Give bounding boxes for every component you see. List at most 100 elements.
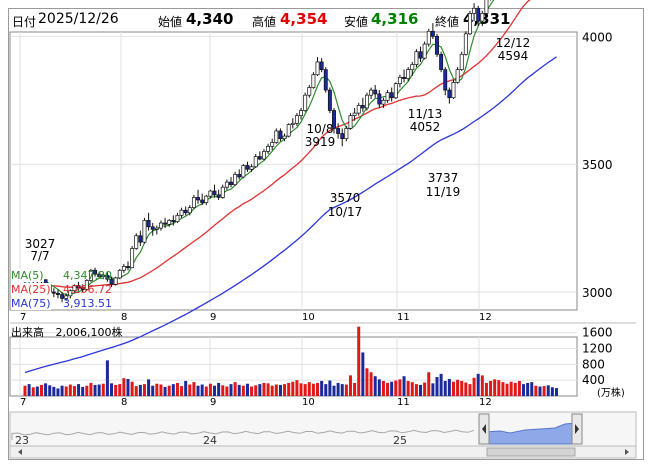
candle-body — [373, 89, 378, 95]
candle-body — [249, 166, 254, 170]
volume-bar — [287, 382, 291, 396]
candle-body — [299, 110, 303, 116]
volume-bar — [237, 384, 241, 396]
candle-body — [253, 156, 258, 168]
volume-bar — [522, 384, 526, 396]
volume-bar — [93, 384, 97, 396]
annotation-value: 4594 — [498, 49, 529, 63]
volume-bar — [328, 380, 332, 396]
legend-ma75: MA(75) 3,913.51 — [11, 297, 112, 310]
candle-body — [126, 266, 130, 269]
candle-body — [150, 226, 155, 230]
candle-body — [237, 174, 242, 178]
month-label: 7 — [20, 312, 26, 323]
volume-bar — [377, 379, 381, 396]
price-tick-label: 4000 — [582, 30, 613, 44]
candle-body — [233, 174, 238, 185]
candle-body — [393, 83, 398, 99]
volume-bar — [283, 384, 287, 396]
price-tick-label: 3500 — [582, 158, 613, 172]
candle-body — [397, 76, 402, 85]
volume-bar — [476, 373, 480, 396]
volume-bar — [464, 382, 468, 396]
volume-bar — [213, 385, 217, 396]
volume-bar — [159, 384, 163, 396]
volume-bar — [546, 385, 550, 396]
volume-bar — [381, 380, 385, 396]
volume-tick-label: 1200 — [582, 341, 613, 355]
candle-body — [266, 145, 271, 152]
volume-bar — [72, 386, 76, 396]
volume-bar — [423, 382, 427, 396]
candle-body — [311, 74, 316, 88]
volume-bar — [361, 352, 365, 396]
volume-bar — [517, 380, 521, 396]
candle-body — [435, 36, 439, 55]
volume-bar — [110, 383, 114, 396]
scrollbar-thumb[interactable] — [486, 447, 576, 457]
volume-bar — [447, 378, 451, 396]
volume-bar — [60, 385, 64, 396]
volume-bar — [192, 382, 196, 396]
candle-body — [348, 115, 353, 129]
volume-bar — [501, 382, 505, 396]
legend-ma75-value: 3,913.51 — [63, 297, 112, 310]
candle-body — [270, 142, 275, 147]
annotation-date: 12/12 — [496, 36, 531, 50]
candle-body — [220, 186, 225, 198]
volume-bar — [538, 386, 542, 396]
candle-body — [163, 222, 168, 225]
candle-body — [484, 0, 489, 14]
navigator-left-handle[interactable] — [478, 413, 490, 445]
volume-bar — [365, 368, 369, 396]
volume-bar — [410, 382, 414, 396]
volume-bar — [171, 384, 175, 396]
candle-body — [340, 133, 345, 139]
volume-tick-label: 800 — [582, 357, 605, 371]
volume-bar — [266, 383, 270, 396]
month-label: 7 — [20, 397, 26, 408]
candle-body — [385, 92, 390, 101]
candle-body — [216, 194, 221, 198]
candle-body — [229, 181, 233, 185]
volume-bar — [142, 384, 146, 396]
candle-body — [426, 30, 431, 45]
month-label: 9 — [210, 397, 216, 408]
volume-bar — [451, 381, 455, 396]
candle-body — [327, 89, 332, 111]
annotation-value: 3027 — [25, 237, 56, 251]
navigator-right-handle[interactable] — [571, 413, 583, 445]
volume-bar — [320, 380, 324, 396]
volume-bar — [468, 384, 472, 396]
candle-body — [439, 53, 444, 70]
volume-bar — [348, 375, 352, 396]
candle-body — [167, 220, 172, 225]
volume-bar — [357, 326, 361, 396]
volume-bar — [353, 382, 357, 396]
candle-body — [241, 165, 246, 178]
volume-bar — [431, 383, 435, 396]
candle-body — [468, 13, 472, 35]
candle-body — [130, 248, 135, 269]
month-label: 10 — [302, 312, 315, 323]
candle-body — [154, 227, 159, 230]
candle-body — [443, 69, 448, 91]
annotation-date: 10/17 — [328, 205, 363, 219]
volume-bar — [101, 383, 105, 396]
volume-unit-label: (万株) — [597, 386, 625, 399]
volume-bar — [262, 382, 266, 396]
volume-bar — [526, 382, 530, 396]
volume-bar — [427, 372, 431, 396]
volume-bar — [534, 385, 538, 396]
navigator-year-label: 23 — [15, 434, 29, 447]
candle-body — [113, 277, 118, 285]
volume-bar — [472, 377, 476, 396]
volume-bar — [196, 385, 200, 396]
candle-body — [365, 94, 369, 109]
volume-bar — [155, 383, 159, 396]
volume-bar — [398, 379, 402, 396]
candle-body — [430, 30, 435, 37]
volume-bar — [56, 388, 60, 396]
volume-bar — [204, 386, 208, 396]
candle-body — [410, 64, 415, 70]
